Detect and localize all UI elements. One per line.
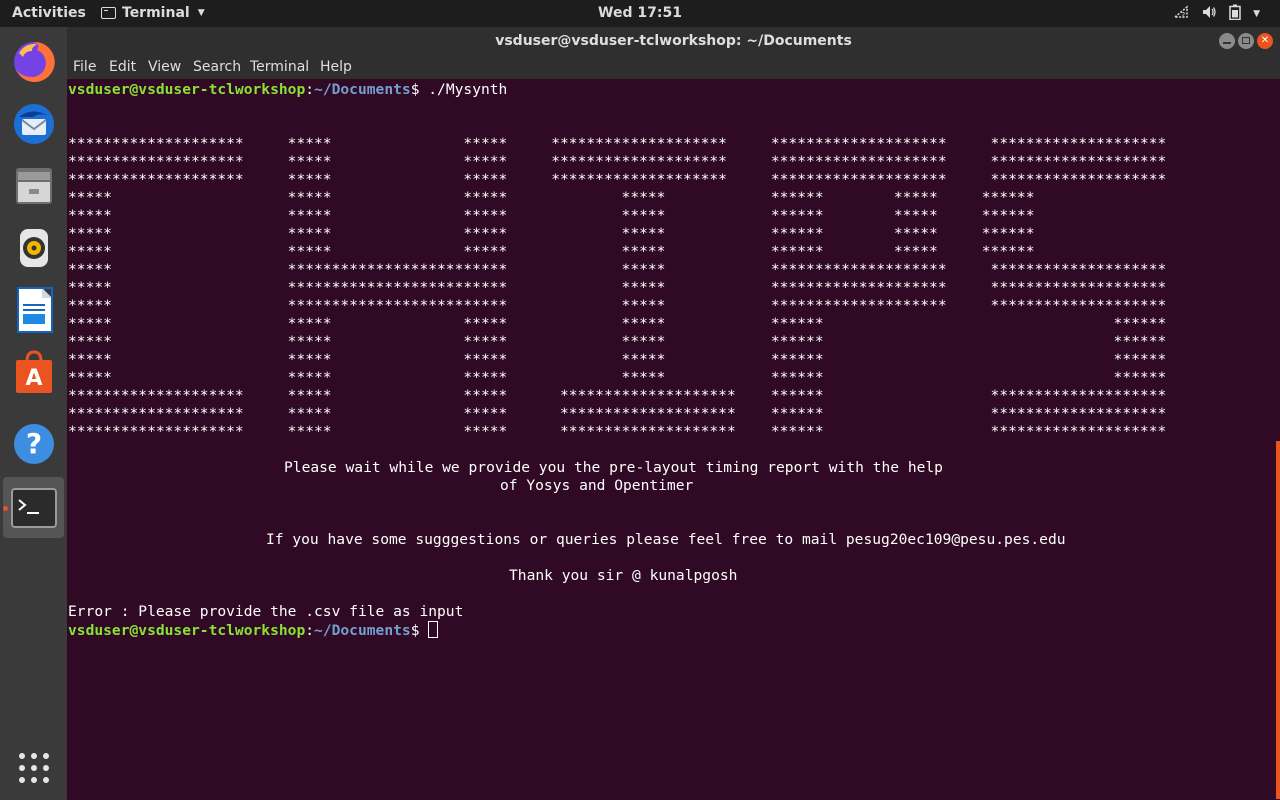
- prompt-user: vsduser@vsduser-tclworkshop: [68, 81, 306, 98]
- menu-help[interactable]: Help: [320, 59, 352, 75]
- prompt-path: ~/Documents: [314, 622, 411, 639]
- ascii-art-line: ***** ************************* ***** **…: [68, 279, 1167, 296]
- app-grid-icon: [18, 752, 49, 783]
- terminal-output[interactable]: vsduser@vsduser-tclworkshop:~/Documents$…: [67, 79, 1280, 800]
- help-icon: ?: [13, 423, 54, 464]
- writer-document-icon: [16, 286, 53, 333]
- volume-icon: [1201, 4, 1217, 24]
- svg-text:A: A: [25, 366, 42, 391]
- menu-terminal[interactable]: Terminal: [250, 59, 309, 75]
- chevron-down-icon: ▼: [197, 8, 205, 18]
- thanks-message: Thank you sir @ kunalpgosh: [509, 567, 738, 584]
- prompt-path: ~/Documents: [314, 81, 411, 98]
- dock-firefox[interactable]: [3, 31, 64, 92]
- ascii-art-line: ******************** ***** ***** *******…: [68, 387, 1167, 404]
- dock-thunderbird[interactable]: [3, 93, 64, 154]
- menu-file[interactable]: File: [73, 59, 96, 75]
- wait-message-line-2: of Yosys and Opentimer: [500, 477, 694, 494]
- ascii-art-line: ***** ***** ***** ***** ****** ******: [68, 369, 1167, 386]
- battery-icon: [1229, 4, 1241, 24]
- maximize-icon: [1242, 37, 1250, 44]
- error-message: Error : Please provide the .csv file as …: [68, 603, 464, 620]
- software-bag-icon: A: [15, 349, 52, 393]
- ascii-art-line: ***** ***** ***** ***** ****** ******: [68, 333, 1167, 350]
- thunderbird-icon: [13, 103, 54, 144]
- dock-files[interactable]: [3, 155, 64, 216]
- speaker-icon: [19, 228, 48, 267]
- command-line: vsduser@vsduser-tclworkshop:~/Documents$…: [68, 81, 508, 98]
- dock-help[interactable]: ?: [3, 413, 64, 474]
- ascii-art-line: ***** ***** ***** ***** ****** ***** ***…: [68, 225, 1035, 242]
- show-applications-button[interactable]: [3, 737, 64, 798]
- dock-writer[interactable]: [3, 279, 64, 340]
- activities-button[interactable]: Activities: [12, 5, 86, 21]
- network-icon: ?: [1173, 4, 1189, 24]
- ascii-art-line: ******************** ***** ***** *******…: [68, 153, 1167, 170]
- firefox-icon: [13, 41, 55, 82]
- dock-ubuntu-software[interactable]: A: [3, 341, 64, 402]
- terminal-icon: [10, 487, 57, 528]
- close-icon: ✕: [1260, 35, 1270, 46]
- file-cabinet-icon: [15, 167, 52, 204]
- dock-rhythmbox[interactable]: [3, 217, 64, 278]
- system-menu-chevron-icon: ▼: [1253, 9, 1260, 19]
- app-menu-button[interactable]: Terminal ▼: [101, 5, 205, 21]
- ascii-art-line: ******************** ***** ***** *******…: [68, 423, 1167, 440]
- minimize-icon: [1223, 42, 1231, 44]
- ascii-art-line: ***** ***** ***** ***** ****** ******: [68, 315, 1167, 332]
- dock: A ?: [0, 27, 67, 800]
- suggestion-message: If you have some sugggestions or queries…: [266, 531, 1066, 548]
- ascii-art-line: ***** ************************* ***** **…: [68, 297, 1167, 314]
- top-bar: Activities Terminal ▼ Wed 17:51 ? ▼: [0, 0, 1280, 27]
- prompt-user: vsduser@vsduser-tclworkshop: [68, 622, 306, 639]
- clock[interactable]: Wed 17:51: [598, 5, 682, 21]
- dock-terminal[interactable]: [3, 477, 64, 538]
- command-text: ./Mysynth: [419, 81, 508, 98]
- current-prompt-line: vsduser@vsduser-tclworkshop:~/Documents$: [68, 621, 439, 639]
- text-cursor: [428, 621, 439, 638]
- ascii-art-line: ******************** ***** ***** *******…: [68, 405, 1167, 422]
- menu-search[interactable]: Search: [193, 59, 241, 75]
- ascii-art-line: ******************** ***** ***** *******…: [68, 135, 1167, 152]
- menu-bar: File Edit View Search Terminal Help: [67, 55, 1280, 79]
- scrollbar[interactable]: [1276, 441, 1280, 799]
- ascii-art-line: ******************** ***** ***** *******…: [68, 171, 1167, 188]
- window-titlebar[interactable]: vsduser@vsduser-tclworkshop: ~/Documents…: [67, 27, 1280, 55]
- minimize-button[interactable]: [1219, 33, 1235, 49]
- app-menu-label: Terminal: [122, 5, 190, 21]
- svg-text:?: ?: [1181, 11, 1185, 20]
- ascii-art-line: ***** ***** ***** ***** ****** ***** ***…: [68, 243, 1035, 260]
- terminal-small-icon: [101, 7, 116, 19]
- wait-message-line-1: Please wait while we provide you the pre…: [284, 459, 943, 476]
- window-title: vsduser@vsduser-tclworkshop: ~/Documents: [495, 33, 852, 49]
- ascii-art-line: ***** ***** ***** ***** ****** ***** ***…: [68, 207, 1035, 224]
- menu-edit[interactable]: Edit: [109, 59, 136, 75]
- close-button[interactable]: ✕: [1257, 33, 1273, 49]
- menu-view[interactable]: View: [148, 59, 181, 75]
- ascii-art-line: ***** ***** ***** ***** ****** ******: [68, 351, 1167, 368]
- ascii-art-line: ***** ************************* ***** **…: [68, 261, 1167, 278]
- ascii-art-line: ***** ***** ***** ***** ****** ***** ***…: [68, 189, 1035, 206]
- running-indicator-dot: [3, 506, 8, 511]
- terminal-window: vsduser@vsduser-tclworkshop: ~/Documents…: [67, 27, 1280, 800]
- maximize-button[interactable]: [1238, 33, 1254, 49]
- system-tray[interactable]: ? ▼: [1173, 4, 1260, 24]
- svg-text:?: ?: [25, 427, 41, 460]
